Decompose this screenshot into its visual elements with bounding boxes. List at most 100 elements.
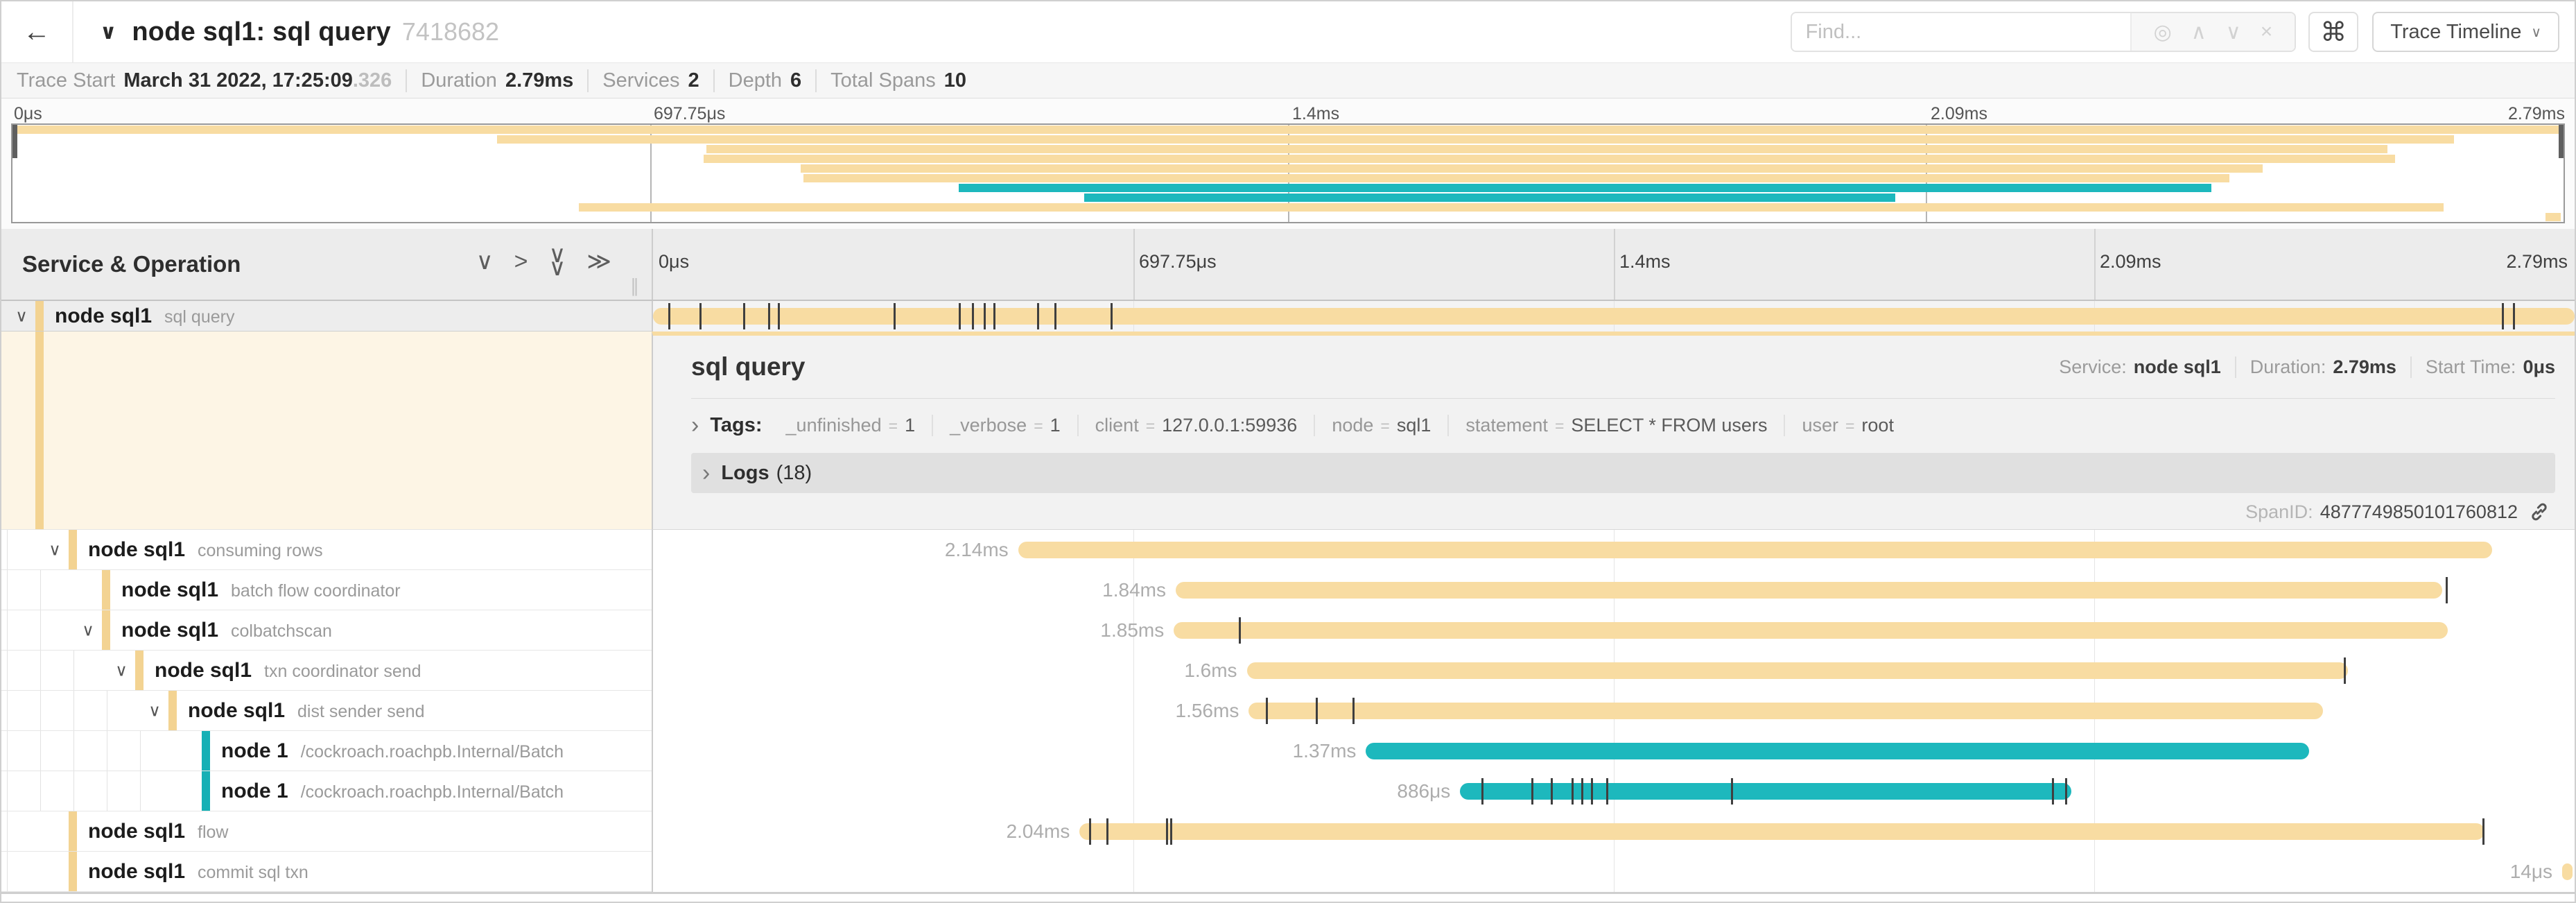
- span-operation-name: dist sender send: [297, 702, 424, 721]
- find-clear-icon[interactable]: ×: [2251, 20, 2283, 44]
- locate-icon[interactable]: ◎: [2144, 20, 2182, 44]
- back-button[interactable]: ←: [1, 1, 73, 62]
- trace-summary-item: Duration2.79ms: [406, 69, 573, 92]
- span-tree-cell[interactable]: node sql1commit sql txn: [1, 852, 652, 892]
- minimap-span-bar: [12, 126, 2564, 134]
- span-bar[interactable]: [2562, 863, 2573, 880]
- span-duration-label: 2.14ms: [945, 539, 1009, 561]
- tag-item: _verbose=1: [932, 415, 1077, 436]
- span-bar[interactable]: [1366, 743, 2309, 759]
- collapse-all-icon[interactable]: ∨∨: [549, 248, 566, 274]
- tag-equals: =: [1555, 417, 1564, 436]
- log-marker: [1170, 818, 1172, 845]
- summary-label: Services: [602, 69, 679, 92]
- span-name: node sql1batch flow coordinator: [121, 578, 401, 602]
- find-next-icon[interactable]: ∨: [2216, 20, 2251, 44]
- column-resize-grip[interactable]: ∥: [630, 275, 641, 297]
- ruler-tick-line: [1614, 229, 1615, 300]
- minimap-span-row: [12, 164, 2564, 173]
- tag-key: user: [1802, 415, 1838, 436]
- minimap-span-row: [12, 125, 2564, 135]
- span-bar[interactable]: [1018, 542, 2492, 558]
- minimap-canvas[interactable]: [11, 123, 2565, 223]
- span-service-name: node sql1: [188, 699, 285, 722]
- tag-equals: =: [1034, 417, 1043, 436]
- minimap-scrubber-right[interactable]: [2559, 125, 2564, 158]
- collapse-trace-icon[interactable]: ∨: [100, 20, 116, 44]
- minimap-ruler: 0μs697.75μs1.4ms2.09ms2.79ms: [11, 103, 2565, 123]
- collapse-one-icon[interactable]: ∨: [476, 250, 494, 273]
- span-tree-cell[interactable]: node 1/cockroach.roachpb.Internal/Batch: [1, 771, 652, 811]
- tags-expand-icon[interactable]: ›: [691, 413, 699, 437]
- span-row: node sql1flow2.04ms: [1, 811, 2575, 852]
- span-tree-cell[interactable]: ∨node sql1sql query: [1, 301, 652, 332]
- timeline-table-header: Service & Operation ∨ > ∨∨ ≫ ∥ 0μs697.75…: [1, 229, 2575, 301]
- span-color-accent: [202, 771, 210, 811]
- span-bar[interactable]: [1247, 662, 2348, 679]
- trace-view-dropdown[interactable]: Trace Timeline ∨: [2372, 12, 2559, 52]
- ruler-tick-line: [1133, 229, 1135, 300]
- find-prev-icon[interactable]: ∧: [2182, 20, 2216, 44]
- find-input[interactable]: [1792, 13, 2130, 51]
- minimap-span-bar: [959, 184, 2211, 192]
- span-bar[interactable]: [1248, 703, 2323, 719]
- span-bar[interactable]: [653, 308, 2575, 325]
- minimap-scrubber-left[interactable]: [12, 125, 17, 158]
- span-name: node 1/cockroach.roachpb.Internal/Batch: [221, 780, 564, 803]
- span-tree-cell[interactable]: node sql1batch flow coordinator: [1, 570, 652, 610]
- span-tree-cell[interactable]: node 1/cockroach.roachpb.Internal/Batch: [1, 731, 652, 771]
- minimap-span-row: [12, 193, 2564, 203]
- span-detail-title: sql query: [691, 352, 806, 381]
- span-service-name: node sql1: [155, 659, 252, 682]
- ruler-tick-line: [2094, 229, 2096, 300]
- span-bar[interactable]: [1079, 823, 2484, 840]
- log-marker: [1316, 698, 1318, 724]
- tree-chevron-icon[interactable]: ∨: [110, 660, 133, 680]
- logs-row[interactable]: › Logs (18): [691, 453, 2555, 493]
- ruler-tick-label: 697.75μs: [1139, 251, 1217, 273]
- logs-label: Logs: [721, 462, 769, 485]
- span-name: node sql1colbatchscan: [121, 619, 332, 642]
- logs-expand-icon[interactable]: ›: [702, 461, 710, 485]
- tag-equals: =: [1380, 417, 1389, 436]
- summary-value: 6: [790, 69, 801, 92]
- span-service-name: node sql1: [121, 578, 218, 601]
- span-bar-cell: 1.56ms: [652, 691, 2575, 731]
- span-tree-cell[interactable]: ∨ node sql1colbatchscan: [1, 610, 652, 651]
- keyboard-shortcuts-button[interactable]: ⌘: [2308, 12, 2358, 52]
- tree-chevron-icon[interactable]: ∨: [10, 306, 33, 326]
- span-color-accent: [135, 651, 143, 690]
- span-tree-cell[interactable]: ∨ node sql1 dist sender send: [1, 691, 652, 731]
- tree-chevron-icon[interactable]: ∨: [143, 700, 166, 721]
- log-marker: [1266, 698, 1268, 724]
- tree-chevron-icon[interactable]: ∨: [76, 620, 100, 640]
- expand-one-icon[interactable]: >: [514, 250, 528, 273]
- span-detail-meta: Service:node sql1 Duration:2.79ms Start …: [2059, 356, 2555, 378]
- span-duration-label: 14μs: [2510, 861, 2552, 883]
- span-id-label: SpanID:: [2245, 501, 2313, 523]
- trace-summary-item: Depth6: [713, 69, 802, 92]
- span-tree-cell[interactable]: ∨node sql1txn coordinator send: [1, 651, 652, 691]
- span-bar[interactable]: [1176, 582, 2442, 599]
- span-tree-cell[interactable]: ∨node sql1consuming rows: [1, 530, 652, 570]
- tree-chevron-icon[interactable]: ∨: [43, 540, 67, 560]
- tree-indent-guide: [7, 731, 8, 771]
- timeline-gridline: [1133, 771, 1134, 811]
- log-marker: [1111, 303, 1113, 329]
- ruler-tick-label: 0μs: [659, 251, 689, 273]
- link-icon[interactable]: [2529, 501, 2550, 522]
- ruler-tick-label: 2.09ms: [2100, 251, 2161, 273]
- minimap-span-bar: [579, 203, 2444, 212]
- span-tree-cell[interactable]: node sql1flow: [1, 811, 652, 852]
- tree-indent-guide: [7, 530, 8, 569]
- span-duration-label: 1.56ms: [1176, 700, 1239, 722]
- tags-row[interactable]: › Tags: _unfinished=1_verbose=1client=12…: [691, 407, 2555, 443]
- expand-all-icon[interactable]: ≫: [586, 250, 611, 273]
- timeline-gridline: [1133, 651, 1134, 691]
- span-service-name: node sql1: [88, 538, 185, 561]
- minimap-span-row: [12, 203, 2564, 212]
- tree-indent-guide: [40, 651, 41, 690]
- tree-indent-guide: [73, 771, 74, 811]
- timeline-gridline: [1133, 691, 1134, 731]
- span-bar[interactable]: [1174, 622, 2448, 639]
